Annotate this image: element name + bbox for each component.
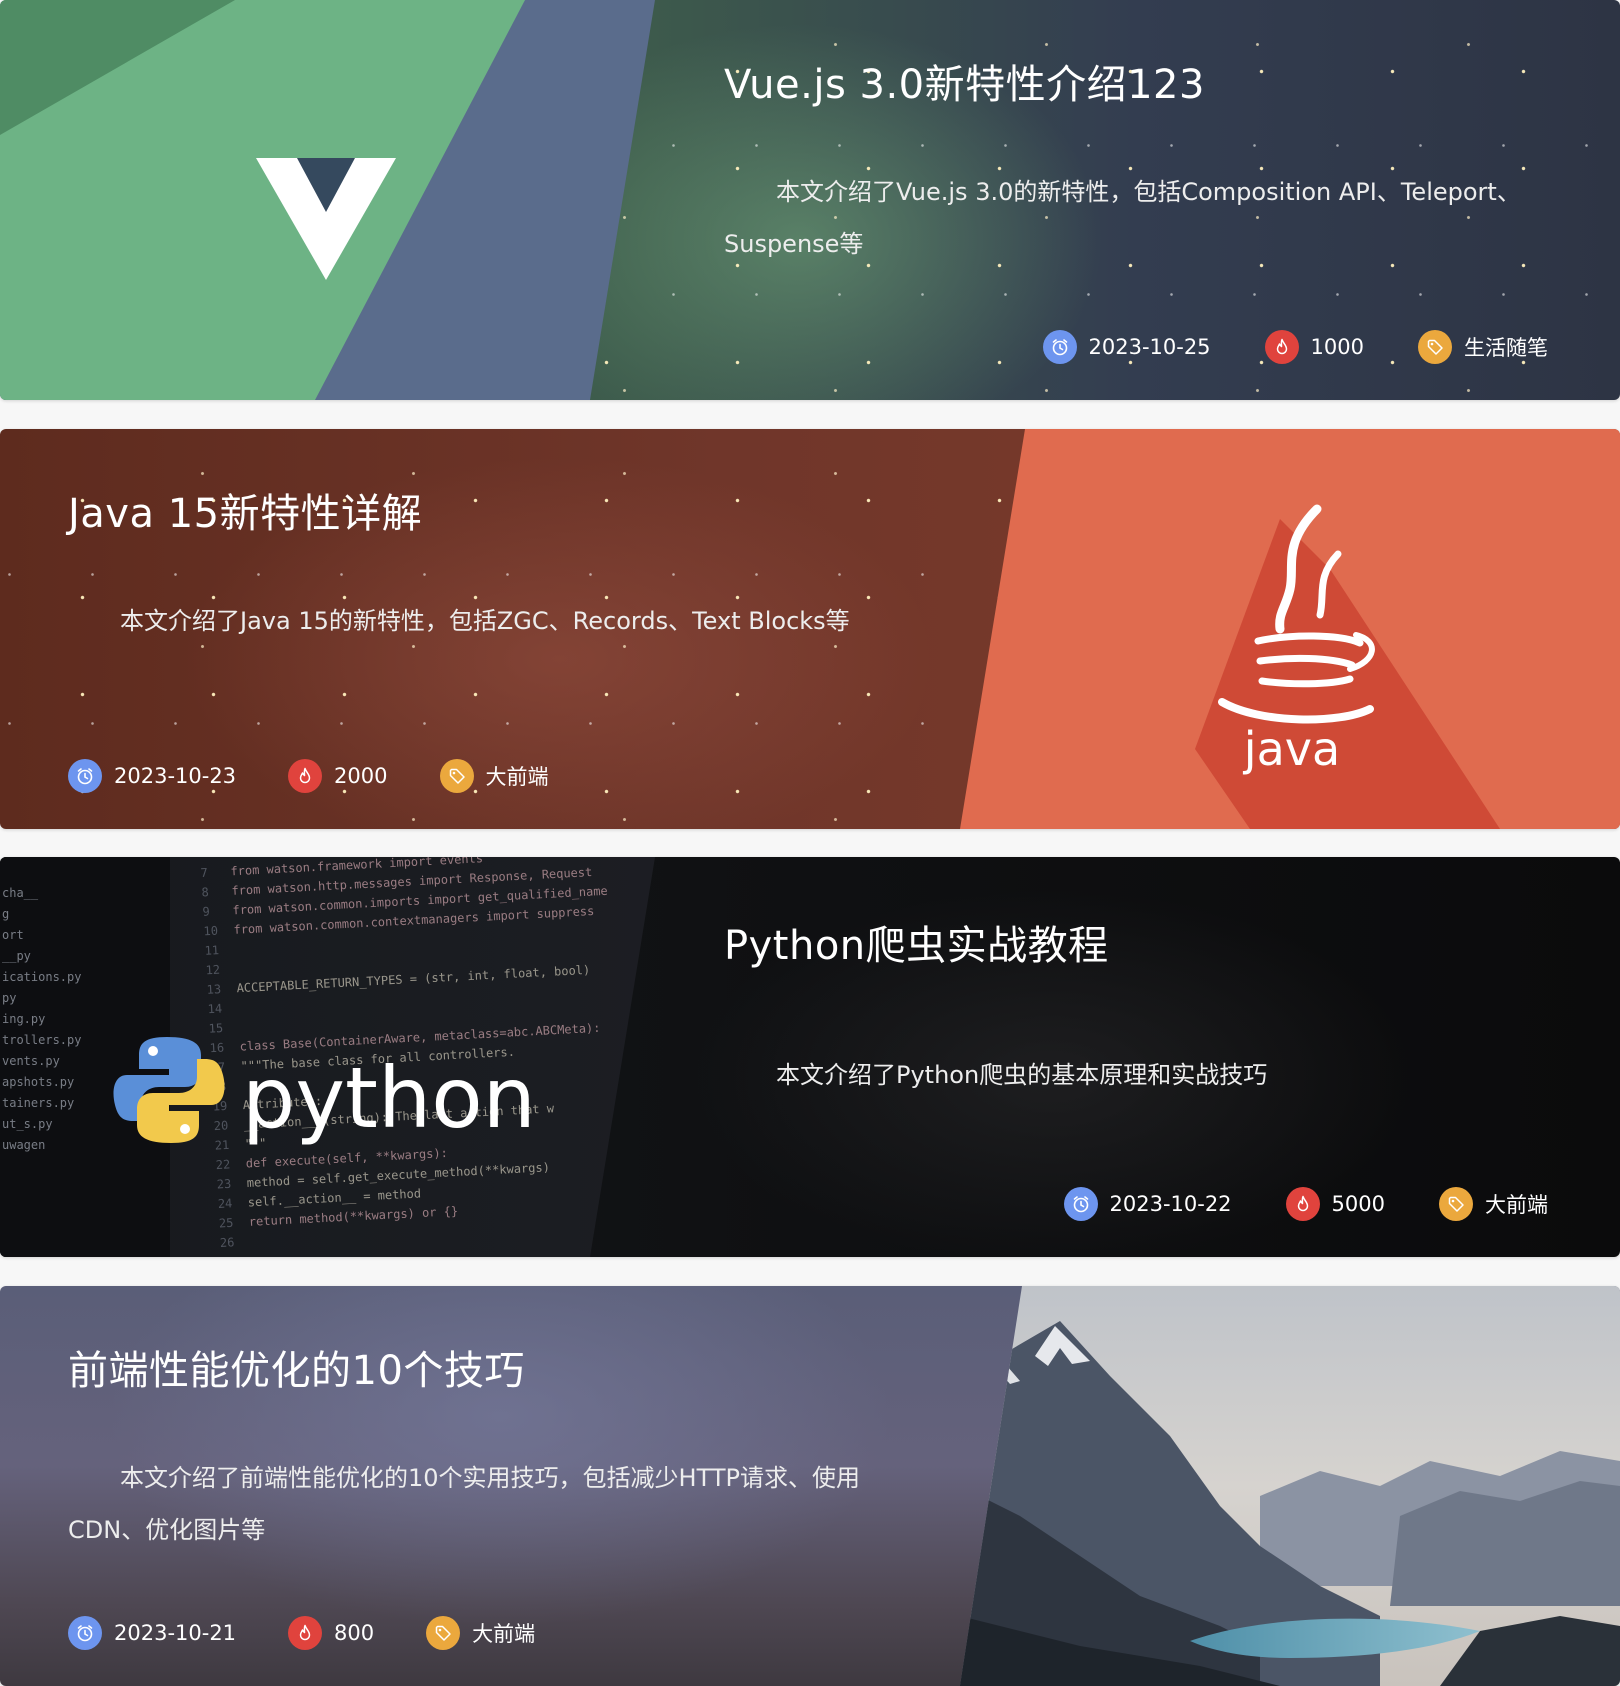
article-summary: 本文介绍了Python爬虫的基本原理和实战技巧 [776, 1061, 1268, 1089]
article-list: Vue.js 3.0新特性介绍123 本文介绍了Vue.js 3.0的新特性，包… [0, 0, 1620, 1686]
vue-logo-icon [0, 0, 655, 400]
article-views: 800 [288, 1616, 374, 1650]
card-content: Vue.js 3.0新特性介绍123 本文介绍了Vue.js 3.0的新特性，包… [724, 0, 1584, 400]
card-content: Java 15新特性详解 本文介绍了Java 15的新特性，包括ZGC、Reco… [68, 429, 908, 829]
article-views: 1000 [1264, 330, 1364, 364]
article-meta: 2023-10-23 2000 大前端 [68, 759, 549, 793]
tag-icon [439, 759, 474, 793]
date-text: 2023-10-23 [114, 764, 237, 788]
clock-icon [1042, 330, 1077, 364]
flame-icon [288, 759, 323, 793]
card-content: 前端性能优化的10个技巧 本文介绍了前端性能优化的10个实用技巧，包括减少HTT… [68, 1286, 908, 1686]
flame-icon [1285, 1187, 1320, 1221]
article-category[interactable]: 生活随笔 [1418, 330, 1548, 364]
article-meta: 2023-10-25 1000 生活随笔 [1042, 330, 1548, 364]
tag-icon [1418, 330, 1452, 364]
clock-icon [68, 759, 102, 793]
tag-icon [1439, 1187, 1473, 1221]
date-text: 2023-10-25 [1088, 335, 1211, 359]
article-card[interactable]: cha__ g ort __py ications.py py ing.py trollers… [0, 857, 1620, 1257]
views-text: 1000 [1310, 335, 1364, 359]
article-title[interactable]: Vue.js 3.0新特性介绍123 [724, 52, 1205, 110]
article-cover[interactable] [0, 0, 660, 400]
tag-icon [426, 1616, 461, 1650]
article-category[interactable]: 大前端 [439, 759, 549, 793]
article-cover[interactable]: cha__ g ort __py ications.py py ing.py trollers… [0, 857, 660, 1257]
article-cover[interactable]: java [960, 429, 1620, 829]
article-summary: 本文介绍了前端性能优化的10个实用技巧，包括减少HTTP请求、使用CDN、优化图… [68, 1464, 860, 1544]
category-text: 大前端 [1485, 1193, 1548, 1217]
article-views: 2000 [288, 759, 388, 793]
article-category[interactable]: 大前端 [1439, 1187, 1548, 1221]
views-text: 800 [334, 1621, 375, 1645]
views-text: 2000 [334, 764, 388, 788]
article-card[interactable]: Vue.js 3.0新特性介绍123 本文介绍了Vue.js 3.0的新特性，包… [0, 0, 1620, 400]
article-title[interactable]: Java 15新特性详解 [68, 481, 422, 539]
article-title[interactable]: Python爬虫实战教程 [724, 913, 1109, 971]
article-summary: 本文介绍了Vue.js 3.0的新特性，包括Composition API、Te… [724, 178, 1521, 258]
article-card[interactable]: java Java 15新特性详解 本文介绍了Java 15的新特性，包括ZGC… [0, 429, 1620, 829]
article-meta: 2023-10-22 5000 大前端 [1063, 1187, 1548, 1221]
python-logo-text: python [242, 1049, 536, 1147]
category-text: 大前端 [485, 765, 549, 789]
flame-icon [288, 1616, 323, 1650]
date-text: 2023-10-21 [114, 1621, 237, 1645]
views-text: 5000 [1331, 1192, 1385, 1216]
clock-icon [1063, 1187, 1098, 1221]
article-summary: 本文介绍了Java 15的新特性，包括ZGC、Records、Text Bloc… [120, 607, 850, 635]
article-date: 2023-10-21 [68, 1616, 236, 1650]
category-text: 生活随笔 [1464, 336, 1548, 360]
card-content: Python爬虫实战教程 本文介绍了Python爬虫的基本原理和实战技巧 202… [724, 857, 1584, 1257]
article-title[interactable]: 前端性能优化的10个技巧 [68, 1338, 525, 1396]
clock-icon [68, 1616, 102, 1650]
article-views: 5000 [1285, 1187, 1385, 1221]
article-cover[interactable] [960, 1286, 1620, 1686]
flame-icon [1264, 330, 1299, 364]
date-text: 2023-10-22 [1109, 1192, 1232, 1216]
article-card[interactable]: 前端性能优化的10个技巧 本文介绍了前端性能优化的10个实用技巧，包括减少HTT… [0, 1286, 1620, 1686]
article-meta: 2023-10-21 800 大前端 [68, 1616, 535, 1650]
java-logo-text: java [1243, 722, 1340, 776]
category-text: 大前端 [472, 1622, 536, 1646]
java-logo-icon: java [960, 429, 1620, 829]
mountain-lake-image [960, 1286, 1620, 1686]
python-logo-icon: cha__gort__pyications.pypying.pytrollers… [0, 857, 655, 1257]
article-date: 2023-10-22 [1063, 1187, 1232, 1221]
article-date: 2023-10-23 [68, 759, 236, 793]
article-category[interactable]: 大前端 [426, 1616, 535, 1650]
article-date: 2023-10-25 [1042, 330, 1211, 364]
